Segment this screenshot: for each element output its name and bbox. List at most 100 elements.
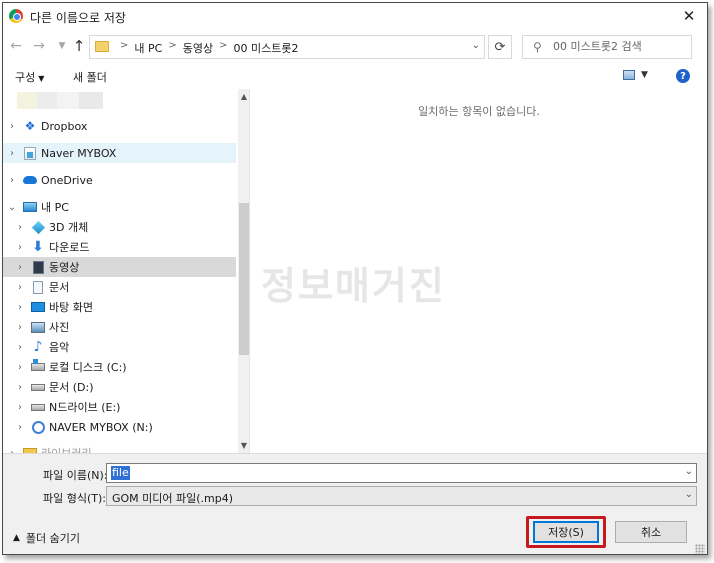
nav-item-onedrive[interactable]: › OneDrive bbox=[3, 170, 236, 190]
chevron-right-icon[interactable]: › bbox=[15, 242, 25, 253]
navigation-pane[interactable]: › ❖ Dropbox › Naver MYBOX › OneDrive ⌄ 내… bbox=[3, 89, 250, 453]
nav-item-label: 동영상 bbox=[49, 261, 80, 274]
toolbar: 구성 ▼ 새 폴더 ▼ ? bbox=[3, 63, 707, 91]
scroll-up-icon[interactable]: ▲ bbox=[238, 92, 249, 101]
chrome-icon bbox=[9, 9, 23, 23]
chevron-up-icon: ▲ bbox=[13, 533, 20, 543]
chevron-right-icon[interactable]: › bbox=[15, 402, 25, 413]
breadcrumb: > 내 PC > 동영상 > 00 미스트롯2 bbox=[114, 40, 298, 56]
nav-item-ndrive-e[interactable]: › N드라이브 (E:) bbox=[3, 397, 236, 417]
nav-item-dropbox[interactable]: › ❖ Dropbox bbox=[3, 116, 236, 136]
save-button[interactable]: 저장(S) bbox=[533, 521, 599, 543]
breadcrumb-item[interactable]: 동영상 bbox=[183, 40, 213, 56]
chevron-right-icon[interactable]: › bbox=[15, 422, 25, 433]
nav-item-label: 음악 bbox=[49, 341, 70, 354]
nav-item-label: 로컬 디스크 (C:) bbox=[49, 361, 127, 374]
filetype-value: GOM 미디어 파일(.mp4) bbox=[112, 492, 234, 505]
music-icon: ♪ bbox=[33, 339, 43, 355]
search-box[interactable]: ⚲ bbox=[522, 35, 692, 59]
help-button[interactable]: ? bbox=[676, 69, 690, 83]
filetype-select[interactable]: GOM 미디어 파일(.mp4) ⌄ bbox=[106, 486, 697, 506]
new-folder-button[interactable]: 새 폴더 bbox=[73, 69, 107, 85]
search-input[interactable] bbox=[553, 40, 683, 53]
watermark: 정보매거진 bbox=[261, 264, 446, 308]
videos-icon bbox=[31, 260, 45, 274]
cancel-button[interactable]: 취소 bbox=[615, 521, 687, 543]
nav-item-libraries[interactable]: › 라이브러리 bbox=[3, 443, 236, 453]
chevron-right-icon[interactable]: › bbox=[15, 342, 25, 353]
refresh-icon: ⟳ bbox=[494, 39, 506, 55]
onedrive-icon bbox=[23, 173, 37, 187]
3d-objects-icon bbox=[31, 220, 45, 234]
nav-item-local-disk-c[interactable]: › 로컬 디스크 (C:) bbox=[3, 357, 236, 377]
nav-item-videos[interactable]: › 동영상 bbox=[3, 257, 236, 277]
breadcrumb-chevron-icon: > bbox=[120, 40, 129, 51]
download-icon: ⬇ bbox=[32, 239, 44, 255]
nav-item-naver-mybox-n[interactable]: › NAVER MYBOX (N:) bbox=[3, 417, 236, 437]
up-button[interactable]: ↑ bbox=[70, 37, 88, 55]
recent-locations-button[interactable]: ▼ bbox=[53, 37, 71, 55]
disk-icon bbox=[31, 380, 45, 394]
scroll-down-icon[interactable]: ▼ bbox=[238, 441, 249, 450]
nav-item-label: N드라이브 (E:) bbox=[49, 401, 121, 414]
chevron-right-icon[interactable]: › bbox=[15, 382, 25, 393]
breadcrumb-chevron-icon: > bbox=[219, 40, 228, 51]
folder-icon bbox=[95, 41, 109, 52]
chevron-down-icon: ▼ bbox=[58, 41, 66, 51]
filename-value[interactable]: file bbox=[111, 466, 130, 480]
nav-item-downloads[interactable]: › ⬇ 다운로드 bbox=[3, 237, 236, 257]
chevron-right-icon[interactable]: › bbox=[7, 148, 17, 159]
nav-item-disk-d[interactable]: › 문서 (D:) bbox=[3, 377, 236, 397]
breadcrumb-item[interactable]: 00 미스트롯2 bbox=[233, 40, 298, 56]
filetype-label: 파일 형식(T): bbox=[43, 492, 106, 505]
nav-item-pictures[interactable]: › 사진 bbox=[3, 317, 236, 337]
scrollbar-thumb[interactable] bbox=[239, 203, 249, 355]
back-button[interactable]: ← bbox=[7, 37, 25, 55]
nav-item-this-pc[interactable]: ⌄ 내 PC bbox=[3, 197, 236, 217]
desktop-icon bbox=[31, 300, 45, 314]
chevron-right-icon[interactable]: › bbox=[15, 262, 25, 273]
nav-item-music[interactable]: › ♪ 음악 bbox=[3, 337, 236, 357]
nav-scrollbar[interactable]: ▲ ▼ bbox=[238, 89, 249, 453]
chevron-right-icon[interactable]: › bbox=[15, 222, 25, 233]
filename-label: 파일 이름(N): bbox=[43, 469, 108, 482]
chevron-right-icon[interactable]: › bbox=[15, 302, 25, 313]
view-options-button[interactable]: ▼ bbox=[623, 70, 648, 80]
file-list-pane[interactable]: 일치하는 항목이 없습니다. 정보매거진 bbox=[251, 89, 707, 453]
refresh-button[interactable]: ⟳ bbox=[488, 35, 512, 59]
nav-item-label: 문서 (D:) bbox=[49, 381, 94, 394]
chevron-right-icon[interactable]: › bbox=[15, 322, 25, 333]
forward-button[interactable]: → bbox=[30, 37, 48, 55]
filename-input[interactable]: file ⌄ bbox=[106, 463, 697, 483]
close-button[interactable]: ✕ bbox=[677, 5, 701, 27]
organize-button[interactable]: 구성 ▼ bbox=[15, 69, 44, 85]
hide-folders-button[interactable]: ▲ 폴더 숨기기 bbox=[13, 530, 80, 546]
local-disk-icon bbox=[31, 359, 45, 374]
chevron-right-icon[interactable]: › bbox=[15, 362, 25, 373]
nav-item-label: 바탕 화면 bbox=[49, 301, 93, 314]
nav-item-3d-objects[interactable]: › 3D 개체 bbox=[3, 217, 236, 237]
chevron-down-icon[interactable]: ⌄ bbox=[7, 202, 17, 213]
address-dropdown-icon[interactable]: ⌄ bbox=[472, 40, 480, 51]
chevron-right-icon[interactable]: › bbox=[7, 121, 17, 132]
empty-folder-message: 일치하는 항목이 없습니다. bbox=[418, 105, 540, 118]
documents-icon bbox=[31, 280, 45, 294]
title-bar: 다른 이름으로 저장 ✕ bbox=[3, 3, 707, 31]
naver-mybox-icon bbox=[23, 146, 37, 160]
nav-item-documents[interactable]: › 문서 bbox=[3, 277, 236, 297]
nav-item-naver-mybox[interactable]: › Naver MYBOX bbox=[3, 143, 236, 163]
nav-item-label: Dropbox bbox=[41, 119, 88, 133]
nav-item-label: 사진 bbox=[49, 321, 70, 334]
blurred-quick-access bbox=[17, 92, 103, 109]
resize-grip-icon[interactable] bbox=[695, 544, 705, 554]
address-bar[interactable]: > 내 PC > 동영상 > 00 미스트롯2 ⌄ bbox=[89, 35, 485, 59]
chevron-right-icon[interactable]: › bbox=[7, 175, 17, 186]
hide-folders-label: 폴더 숨기기 bbox=[25, 532, 81, 545]
chevron-right-icon[interactable]: › bbox=[15, 282, 25, 293]
chevron-down-icon: ▼ bbox=[38, 74, 45, 83]
chevron-down-icon[interactable]: ⌄ bbox=[685, 466, 693, 477]
nav-item-desktop[interactable]: › 바탕 화면 bbox=[3, 297, 236, 317]
pc-icon bbox=[23, 200, 37, 214]
breadcrumb-item[interactable]: 내 PC bbox=[134, 40, 162, 56]
chevron-down-icon[interactable]: ⌄ bbox=[685, 489, 693, 500]
